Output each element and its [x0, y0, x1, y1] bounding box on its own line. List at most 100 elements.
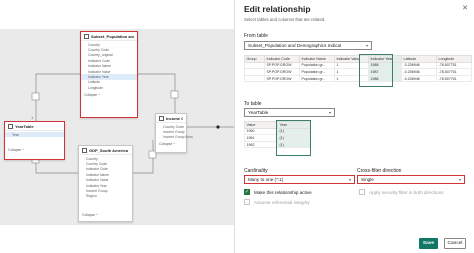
- column-header[interactable]: Latitude: [401, 55, 437, 63]
- field-name: Country: [86, 156, 98, 161]
- income-group-table-card[interactable]: Income Group Country CodeIncome GroupInc…: [155, 113, 193, 153]
- field-name: Country_original: [88, 53, 113, 58]
- to-column-highlight: [276, 120, 311, 156]
- table-cell: 1962: [244, 140, 278, 149]
- to-table-value: YearTable: [248, 110, 269, 115]
- close-icon[interactable]: ✕: [462, 4, 468, 12]
- relationship-line-subset-income: [138, 73, 176, 113]
- collapse-toggle[interactable]: Collapse ^: [5, 147, 64, 153]
- field-name: Longitude: [88, 85, 103, 90]
- table-name: GDP_South America Co...: [89, 147, 129, 153]
- field-name: Country Code: [86, 162, 107, 167]
- table-cell: -78.507751: [436, 61, 472, 70]
- field-name: Indicator Name: [88, 64, 111, 69]
- table-name: Subset_Population and ...: [91, 33, 134, 39]
- field-name: Income Group Num: [163, 135, 193, 140]
- checkmark-icon: ✓: [244, 189, 250, 195]
- table-cell: [244, 68, 265, 76]
- table-header[interactable]: Income Group: [156, 114, 186, 123]
- field-name: Year: [12, 132, 19, 137]
- table-cell: Population gr...: [299, 61, 335, 70]
- table-field[interactable]: Region: [79, 194, 132, 199]
- table-header[interactable]: GDP_South America Co...: [79, 146, 132, 155]
- field-name: Region: [86, 194, 97, 199]
- chevron-down-icon: ▾: [458, 177, 461, 182]
- table-cell: -0.206946: [401, 61, 437, 70]
- table-row: SP.POP.GROW Population gr... 1 1986 -0.20694…: [244, 74, 472, 83]
- field-name: Country Code: [88, 48, 109, 53]
- from-table-label: From table: [244, 33, 268, 39]
- table-header[interactable]: YearTable: [5, 122, 64, 131]
- cardinality-label: Cardinality: [244, 168, 268, 174]
- table-field[interactable]: Longitude: [81, 85, 137, 90]
- integrity-checkbox[interactable]: Assume referential integrity: [244, 199, 310, 205]
- column-header[interactable]: Longitude: [436, 55, 472, 63]
- field-name: Income Group: [86, 189, 108, 194]
- table-cell: -0.206946: [401, 68, 437, 76]
- table-fields: Country Country Code Country_original Indic…: [81, 41, 137, 92]
- year-table-card[interactable]: YearTable Year Collapse ^: [4, 121, 65, 160]
- both-directions-checkbox[interactable]: Apply security filter in both directions: [359, 189, 444, 195]
- table-icon: [82, 147, 87, 153]
- chevron-down-icon: ▾: [348, 177, 351, 182]
- table-cell: -0.206946: [401, 74, 437, 83]
- field-name: Indicator Year: [86, 183, 107, 188]
- save-button[interactable]: Save: [419, 238, 438, 249]
- field-name: Indicator Code: [88, 58, 111, 63]
- field-name: Indicator Value: [86, 178, 109, 183]
- collapse-toggle[interactable]: Collapse ^: [79, 212, 132, 218]
- table-field[interactable]: Year: [5, 132, 64, 138]
- table-name: YearTable: [15, 123, 34, 129]
- field-name: Indicator Name: [86, 172, 109, 177]
- table-cell: Population gr...: [299, 68, 335, 76]
- table-row: SP.POP.GROW Population gr... 1 1988 -0.20694…: [244, 61, 472, 70]
- column-header[interactable]: Group: [244, 55, 265, 63]
- table-fields: Country Country Code Indicator Code Indicat…: [79, 155, 132, 200]
- cancel-button[interactable]: Cancel: [444, 238, 466, 249]
- from-table-preview[interactable]: Group Indicator Code Indicator Name Indicat…: [244, 55, 472, 83]
- column-header[interactable]: Indicator Code: [264, 55, 300, 63]
- cardinality-one-mark: 1: [31, 115, 34, 120]
- table-icon: [84, 33, 89, 39]
- cardinality-value: Many to one (*:1): [248, 177, 284, 182]
- collapse-toggle[interactable]: Collapse ^: [156, 141, 186, 147]
- field-name: Indicator Value: [88, 69, 111, 74]
- cardinality-dropdown[interactable]: Many to one (*:1) ▾: [244, 175, 355, 184]
- table-name: Income Group: [166, 115, 183, 121]
- table-cell: [244, 74, 265, 83]
- table-fields: Year: [5, 131, 64, 138]
- edit-relationship-pane: Edit relationship ✕ Select tables and co…: [234, 0, 474, 253]
- to-table-dropdown[interactable]: YearTable ▾: [244, 108, 335, 117]
- table-cell: SP.POP.GROW: [264, 68, 300, 76]
- checkbox-empty-icon: [244, 199, 250, 205]
- table-field[interactable]: Income Group Num: [156, 135, 193, 140]
- gdp-south-america-table-card[interactable]: GDP_South America Co... CountryCountry C…: [78, 145, 133, 222]
- crossfilter-value: Single: [361, 177, 374, 182]
- field-name: Indicator Code: [86, 167, 109, 172]
- table-cell: 1961: [244, 134, 278, 142]
- to-table-label: To table: [244, 101, 262, 107]
- pane-subtitle: Select tables and columns that are relat…: [244, 17, 326, 22]
- table-cell: Population gr...: [299, 74, 335, 83]
- subset-population-table-card[interactable]: Subset_Population and ... CountryCountry…: [80, 31, 138, 118]
- both-directions-label: Apply security filter in both directions: [369, 189, 444, 195]
- from-table-dropdown[interactable]: Subset_Population and Demographics Indic…: [244, 41, 372, 50]
- model-canvas[interactable]: * 1 Subset_Population and ... CountryCou…: [0, 0, 234, 253]
- from-table-value: Subset_Population and Demographics Indic…: [248, 43, 342, 48]
- crossfilter-dropdown[interactable]: Single ▾: [357, 175, 465, 184]
- table-header[interactable]: Subset_Population and ...: [81, 32, 137, 41]
- crossfilter-label: Cross-filter direction: [357, 168, 402, 174]
- from-column-highlight: [359, 54, 393, 87]
- chevron-down-icon: ▾: [328, 110, 331, 115]
- chevron-down-icon: ▾: [365, 43, 368, 48]
- table-cell: SP.POP.GROW: [264, 74, 300, 83]
- integrity-label: Assume referential integrity: [254, 199, 310, 205]
- column-header[interactable]: Indicator Name: [299, 55, 335, 63]
- collapse-toggle[interactable]: Collapse ^: [81, 92, 137, 98]
- active-checkbox[interactable]: ✓ Make this relationship active: [244, 189, 312, 195]
- column-header[interactable]: Value: [244, 121, 278, 129]
- table-row: SP.POP.GROW Population gr... 1 1987 -0.20694…: [244, 68, 472, 76]
- table-fields: Country Code Income Group Income Group Num: [156, 123, 193, 141]
- pane-title: Edit relationship: [244, 4, 311, 14]
- field-name: Country Code: [163, 124, 184, 129]
